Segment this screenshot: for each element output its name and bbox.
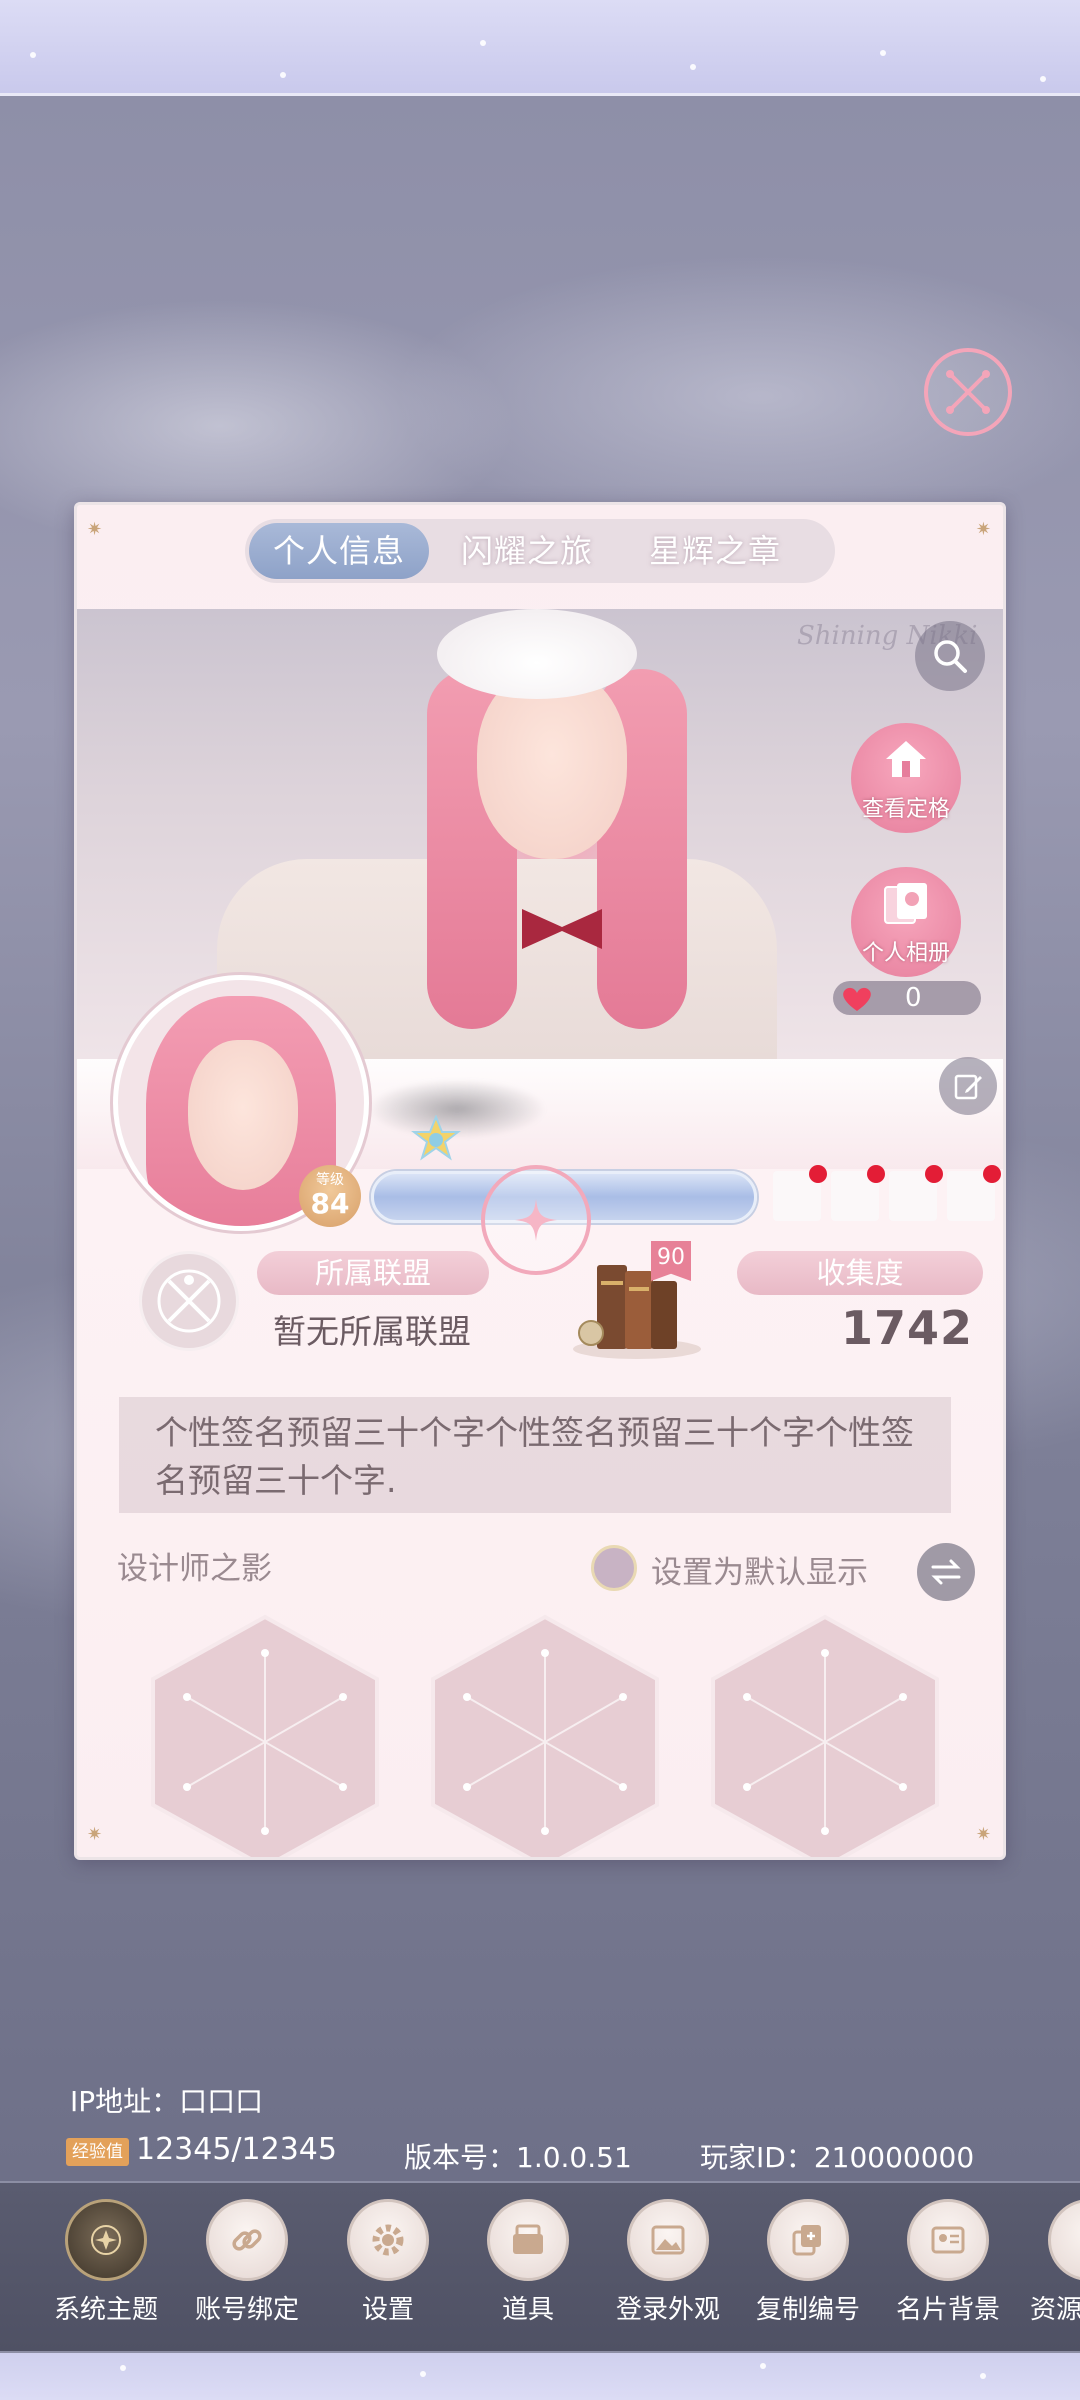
collection-value: 1742 (840, 1301, 974, 1355)
item-slot[interactable] (889, 1165, 943, 1221)
exp-value: 12345/12345 (136, 2132, 337, 2167)
dock-item-resources[interactable]: 资源 (1010, 2199, 1080, 2326)
house-icon (886, 741, 926, 777)
dock-label: 设置 (361, 2295, 414, 2325)
dock-item-items[interactable]: 道具 (458, 2199, 598, 2326)
dock-label: 系统主题 (53, 2295, 158, 2325)
theme-icon (65, 2199, 147, 2281)
exp-tag: 经验值 (66, 2138, 129, 2166)
corner-ornament: ✷ (975, 1824, 991, 1845)
tab-bar: 个人信息 闪耀之旅 星辉之章 (245, 519, 835, 583)
designer-shadow-slot[interactable] (147, 1613, 383, 1857)
player-id[interactable]: 玩家ID：210000000 (700, 2136, 974, 2176)
bottom-dock: 系统主题 账号绑定 设置 道具 登录外观 复制编号 名片背景 资源 (0, 2181, 1080, 2353)
search-icon (934, 640, 967, 673)
notification-dot (983, 1165, 1001, 1183)
dock-label: 资源 (1030, 2295, 1080, 2325)
alliance-value: 暂无所属联盟 (273, 1312, 471, 1351)
zoom-button[interactable] (915, 621, 985, 691)
alliance-emblem-icon[interactable] (139, 1251, 239, 1351)
close-button[interactable] (924, 348, 1012, 436)
notification-dot (925, 1165, 943, 1183)
swap-button[interactable] (917, 1543, 975, 1601)
corner-ornament: ✷ (87, 519, 103, 540)
level-value: 84 (310, 1187, 350, 1220)
alliance-title: 所属联盟 (257, 1251, 489, 1295)
album-label: 个人相册 (861, 941, 950, 966)
gear-icon (347, 2199, 429, 2281)
books-icon[interactable]: 90 (567, 1241, 709, 1361)
dock-item-card-background[interactable]: 名片背景 (878, 2199, 1018, 2326)
link-icon (206, 2199, 288, 2281)
default-display-label: 设置为默认显示 (651, 1555, 868, 1591)
item-slot[interactable] (773, 1165, 827, 1221)
corner-ornament: ✷ (87, 1824, 103, 1845)
copy-icon (767, 2199, 849, 2281)
bottom-decor-strip (0, 2353, 1080, 2400)
collection-title: 收集度 (737, 1251, 983, 1295)
profile-card: ✷ ✷ ✷ ✷ 个人信息 闪耀之旅 星辉之章 Shining Nikki 查看定… (74, 502, 1006, 1860)
item-slot[interactable] (831, 1165, 885, 1221)
item-slot[interactable] (947, 1165, 1001, 1221)
close-icon (946, 370, 990, 414)
dock-item-login-appearance[interactable]: 登录外观 (598, 2199, 738, 2326)
designer-shadow-title: 设计师之影 (117, 1551, 272, 1587)
top-decor-strip (0, 0, 1080, 96)
item-slots (773, 1165, 1001, 1221)
level-badge: 等级 84 (299, 1165, 361, 1227)
dock-item-settings[interactable]: 设置 (318, 2199, 458, 2326)
version-number: 版本号：1.0.0.51 (404, 2141, 632, 2174)
dock-label: 账号绑定 (194, 2295, 299, 2325)
heart-icon (843, 987, 871, 1011)
tab-shining-journey[interactable]: 闪耀之旅 (437, 523, 617, 579)
wallet-icon (487, 2199, 569, 2281)
picture-icon (627, 2199, 709, 2281)
ip-address: IP地址：口口口 (70, 2085, 264, 2118)
default-display-toggle[interactable] (591, 1545, 637, 1591)
tab-starlight-chapter[interactable]: 星辉之章 (625, 523, 805, 579)
tab-personal-info[interactable]: 个人信息 (249, 523, 430, 579)
likes-count: 0 (905, 983, 922, 1013)
notification-dot (867, 1165, 885, 1183)
notification-dot (809, 1165, 827, 1183)
dock-item-system-theme[interactable]: 系统主题 (36, 2199, 176, 2326)
card-icon (907, 2199, 989, 2281)
edit-button[interactable] (939, 1057, 997, 1115)
album-icon (884, 883, 927, 924)
view-outfit-label: 查看定格 (861, 797, 950, 822)
designer-shadow-slot[interactable] (707, 1613, 943, 1857)
sparkle-icon (515, 1199, 557, 1241)
dock-label: 名片背景 (895, 2295, 1000, 2325)
likes-counter[interactable]: 0 (833, 981, 981, 1015)
resource-icon (1048, 2199, 1080, 2281)
dock-item-account-binding[interactable]: 账号绑定 (177, 2199, 317, 2326)
album-button[interactable]: 个人相册 (851, 867, 961, 977)
swap-icon (931, 1559, 961, 1585)
dock-label: 复制编号 (755, 2295, 860, 2325)
signature-text[interactable]: 个性签名预留三十个字个性签名预留三十个字个性签名预留三十个字. (119, 1397, 951, 1513)
view-outfit-button[interactable]: 查看定格 (851, 723, 961, 833)
achievement-star-icon[interactable] (411, 1114, 461, 1165)
edit-icon (954, 1074, 982, 1100)
dock-label: 登录外观 (615, 2295, 720, 2325)
designer-shadow-slot[interactable] (427, 1613, 663, 1857)
corner-ornament: ✷ (975, 519, 991, 540)
dock-label: 道具 (501, 2295, 554, 2325)
dock-item-copy-id[interactable]: 复制编号 (738, 2199, 878, 2326)
